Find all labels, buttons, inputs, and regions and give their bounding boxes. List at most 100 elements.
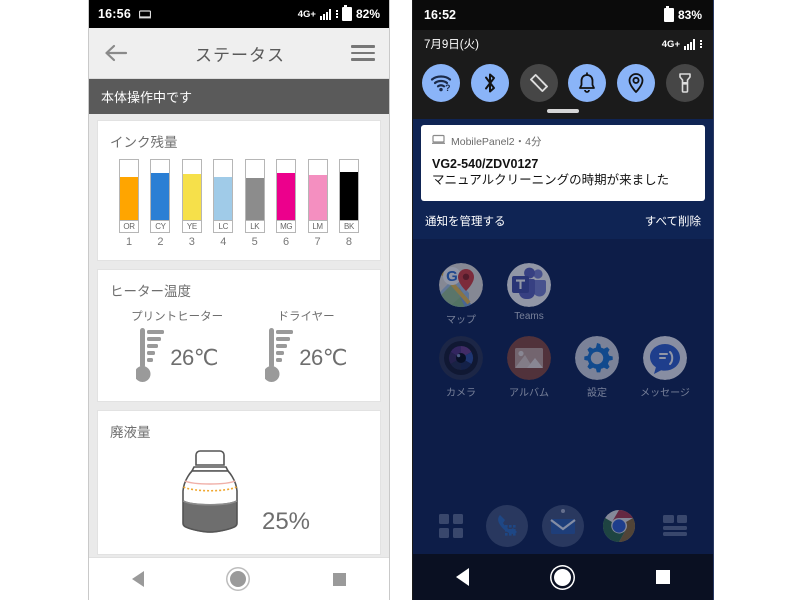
ink-code-label: CY — [150, 221, 171, 233]
right-phone-screen: 16:52 83% 7月9日(火) 4G+ ? MobilePanel2・4分 … — [412, 0, 714, 600]
heater-value-row: 26℃ — [263, 326, 347, 389]
camera-icon[interactable] — [439, 335, 483, 380]
album-icon[interactable] — [507, 335, 551, 380]
ink-cartridge-lm: LM 7 — [305, 159, 331, 248]
phone-dialer-icon[interactable] — [486, 505, 528, 547]
app-drawer-icon[interactable] — [430, 505, 472, 547]
chrome-icon[interactable] — [598, 505, 640, 547]
battery-icon — [663, 6, 674, 22]
heater-temperature-card: ヒーター温度 プリントヒーター 26℃ ドライヤー 26℃ — [97, 269, 381, 402]
back-arrow-icon[interactable] — [103, 40, 129, 66]
app-microsoft-teams[interactable]: Teams — [495, 262, 563, 326]
left-phone-screen: 16:56 4G+ 82% ステータス 本体操作中です インク残量 OR 1 C… — [88, 0, 390, 600]
notification-app-name: MobilePanel2・4分 — [451, 135, 542, 148]
right-status-bar: 16:52 83% — [413, 0, 713, 30]
email-icon[interactable] — [542, 505, 584, 547]
ink-tube — [181, 159, 202, 221]
notification-card[interactable]: MobilePanel2・4分 VG2-540/ZDV0127 マニュアルクリー… — [421, 124, 705, 201]
ink-tube — [213, 159, 234, 221]
flashlight-icon[interactable] — [665, 64, 704, 102]
app-messages[interactable]: メッセージ — [631, 335, 699, 399]
microsoft-teams-icon[interactable] — [507, 262, 551, 307]
app-label: メッセージ — [640, 387, 690, 399]
ink-tube — [244, 159, 265, 221]
svg-text:?: ? — [445, 83, 451, 93]
keyboard-icon — [138, 9, 151, 19]
ink-code-label: YE — [181, 221, 202, 233]
location-icon[interactable] — [617, 64, 656, 102]
app-label: カメラ — [446, 387, 476, 399]
notification-body: マニュアルクリーニングの時期が来ました — [432, 173, 670, 188]
nav-back-icon[interactable] — [132, 571, 145, 587]
clear-all-button[interactable]: すべて削除 — [645, 213, 701, 229]
app-label: Teams — [514, 310, 544, 322]
nav-home-icon[interactable] — [553, 568, 571, 586]
app-row-0: G マップ Teams — [427, 262, 699, 336]
auto-rotate-icon[interactable] — [519, 64, 558, 102]
bluetooth-icon[interactable] — [470, 64, 509, 102]
ink-fill — [120, 176, 138, 220]
ink-cartridge-lc: LC 4 — [210, 159, 236, 248]
status-clock: 16:52 — [424, 8, 456, 22]
heater-label: ドライヤー — [277, 311, 335, 323]
nav-recents-icon[interactable] — [332, 572, 346, 586]
ink-tube — [307, 159, 328, 221]
nav-back-icon[interactable] — [455, 568, 469, 586]
heater-card-title: ヒーター温度 — [110, 284, 191, 299]
heater-value-row: 26℃ — [134, 326, 218, 389]
ink-tube — [119, 159, 139, 221]
ink-fill — [308, 175, 327, 220]
bell-icon[interactable] — [568, 64, 607, 102]
app-google-maps[interactable]: G マップ — [427, 262, 495, 326]
news-icon[interactable] — [654, 505, 696, 547]
battery-icon — [341, 5, 352, 21]
messages-icon[interactable] — [643, 335, 687, 380]
heater-items-row: プリントヒーター 26℃ ドライヤー 26℃ — [110, 308, 368, 389]
network-label: 4G+ — [661, 38, 680, 50]
ink-fill — [245, 178, 264, 220]
page-title: ステータス — [195, 45, 285, 65]
waste-bottle-icon — [168, 445, 252, 542]
signal-bars-icon — [319, 8, 331, 20]
date-label: 7月9日(火) — [424, 39, 479, 51]
status-clock: 16:56 — [98, 7, 131, 21]
settings-gear-icon[interactable] — [575, 335, 619, 380]
google-maps-icon[interactable]: G — [439, 262, 483, 307]
left-status-bar: 16:56 4G+ 82% — [89, 0, 389, 28]
ink-slot-number: 3 — [188, 236, 195, 248]
heater-item-0: プリントヒーター 26℃ — [131, 308, 223, 389]
waste-liquid-card: 廃液量 25% — [97, 410, 381, 555]
ink-code-label: BK — [338, 221, 359, 233]
notification-title: VG2-540/ZDV0127 — [432, 156, 539, 171]
app-label: 設定 — [587, 387, 607, 399]
hamburger-menu-icon[interactable] — [351, 45, 375, 61]
app-icon-grid: G マップ Teams カメラ アルバム 設定 メッセージ — [427, 262, 699, 409]
app-album[interactable]: アルバム — [495, 335, 563, 399]
svg-text:G: G — [446, 268, 458, 285]
heater-label: プリントヒーター — [131, 311, 224, 323]
signal-dots-icon — [335, 10, 338, 18]
ink-fill — [339, 172, 358, 220]
app-label: アルバム — [509, 387, 549, 399]
app-row-1: カメラ アルバム 設定 メッセージ — [427, 335, 699, 409]
app-camera[interactable]: カメラ — [427, 335, 495, 399]
home-dock — [413, 498, 713, 554]
ink-cartridge-ye: YE 3 — [179, 159, 205, 248]
manage-notifications-button[interactable]: 通知を管理する — [425, 213, 506, 229]
drag-handle-icon[interactable] — [547, 109, 579, 113]
wifi-icon[interactable]: ? — [422, 64, 460, 102]
screenshot-stage: 16:56 4G+ 82% ステータス 本体操作中です インク残量 OR 1 C… — [0, 0, 800, 600]
nav-home-icon[interactable] — [230, 571, 247, 587]
thermometer-icon — [263, 326, 295, 389]
date-bar: 7月9日(火) 4G+ — [413, 30, 713, 58]
signal-bars-icon — [684, 38, 695, 50]
nav-recents-icon[interactable] — [656, 570, 671, 584]
quick-settings-row: ? — [419, 64, 707, 102]
waste-card-title: 廃液量 — [110, 425, 151, 440]
left-app-bar: ステータス — [89, 28, 389, 79]
heater-temperature: 26℃ — [170, 344, 218, 370]
app-settings-gear[interactable]: 設定 — [563, 335, 631, 399]
ink-fill — [182, 173, 201, 220]
ink-code-label: LM — [307, 221, 328, 233]
left-content-area: インク残量 OR 1 CY 2 YE 3 LC 4 LK 5 MG 6 LM 7 BK 8 ヒーター温度 プリ… — [89, 114, 389, 557]
